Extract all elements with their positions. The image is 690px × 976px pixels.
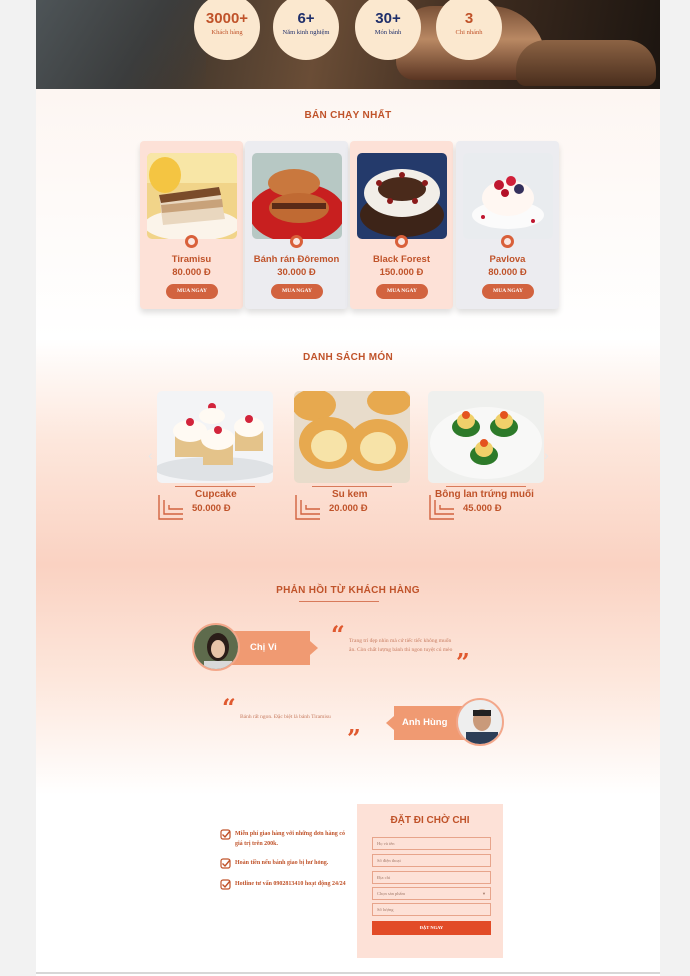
avatar	[456, 698, 504, 746]
checkbox-check-icon	[220, 829, 231, 840]
product-name: Tiramisu	[171, 254, 212, 265]
quantity-placeholder: Số lượng	[377, 907, 394, 912]
dish-price: 20.000 Đ	[329, 503, 368, 514]
stat-number: 30+	[375, 10, 401, 27]
best-seller-title: BÁN CHẠY NHẤT	[304, 110, 392, 121]
feedback-section: PHẢN HỒI TỪ KHÁCH HÀNG Chị Vi “ Trang tr…	[36, 565, 660, 795]
buy-now-button[interactable]: MUA NGAY	[376, 284, 428, 299]
benefit-item: Miễn phí giao hàng với những đơn hàng có…	[220, 829, 350, 849]
title-underline	[299, 601, 379, 602]
flower-badge-icon	[395, 235, 408, 248]
stat-years: 6+ Năm kinh nghiệm	[273, 0, 339, 60]
close-quote-icon: ”	[456, 648, 470, 677]
review-text: Trang trí đẹp nhìn mà cứ tiếc tiếc không…	[349, 638, 453, 653]
order-submit-button[interactable]: ĐẶT NGAY	[372, 921, 491, 935]
order-section: Miễn phí giao hàng với những đơn hàng có…	[36, 795, 660, 976]
flower-badge-icon	[501, 235, 514, 248]
dish-name: Su kem	[332, 489, 368, 500]
product-price: 80.000 Đ	[172, 267, 211, 278]
product-placeholder: Chọn sản phẩm	[377, 891, 405, 896]
flower-badge-icon	[185, 235, 198, 248]
product-card[interactable]: Black Forest 150.000 Đ MUA NGAY	[350, 141, 453, 309]
benefit-item: Hoàn tiền nếu bánh giao bị hư hỏng.	[220, 858, 350, 869]
dish-list-title: DANH SÁCH MÓN	[302, 352, 393, 363]
name-field[interactable]: Họ và tên	[372, 837, 491, 850]
dish-name: Cupcake	[195, 489, 237, 500]
black-forest-image	[357, 153, 447, 239]
name-placeholder: Họ và tên	[377, 841, 395, 846]
su-kem-image	[294, 391, 410, 483]
decor-lines-icon	[158, 495, 183, 520]
benefit-text: Miễn phí giao hàng với những đơn hàng có…	[235, 831, 345, 847]
bong-lan-image	[428, 391, 544, 483]
benefit-text: Hotline tư vấn 0902813410 hoạt động 24/2…	[235, 881, 346, 887]
divider	[446, 486, 526, 487]
dish-list-section: DANH SÁCH MÓN ‹ › Cupcake 50.000 Đ Su ke…	[36, 339, 660, 565]
phone-field[interactable]: Số điện thoại	[372, 854, 491, 867]
pavlova-image	[463, 153, 553, 239]
open-quote-icon: “	[222, 693, 236, 722]
buy-now-button[interactable]: MUA NGAY	[482, 284, 534, 299]
stat-label: Năm kinh nghiệm	[282, 29, 330, 36]
product-card[interactable]: Tiramisu 80.000 Đ MUA NGAY	[140, 141, 243, 309]
open-quote-icon: “	[331, 620, 345, 649]
review-text: Bánh rất ngon. Đặc biệt là bánh Tiramisu	[240, 714, 331, 720]
chevron-right-icon[interactable]: ›	[544, 447, 554, 463]
decor-lines-icon	[295, 495, 320, 520]
order-form-title: ĐẶT ĐI CHỜ CHI	[390, 815, 470, 826]
checkbox-check-icon	[220, 858, 231, 869]
divider	[175, 486, 255, 487]
quantity-field[interactable]: Số lượng	[372, 903, 491, 916]
page: 3000+ Khách hàng 6+ Năm kinh nghiệm 30+ …	[36, 0, 660, 976]
address-placeholder: Địa chỉ	[377, 875, 391, 880]
chevron-down-icon: ▼	[482, 891, 486, 896]
tiramisu-image	[147, 153, 237, 239]
dish-price: 45.000 Đ	[463, 503, 502, 514]
dorayaki-image	[252, 153, 342, 239]
product-name: Black Forest	[372, 254, 431, 265]
stat-number: 3	[464, 10, 474, 27]
checkbox-check-icon	[220, 879, 231, 890]
close-quote-icon: ”	[347, 724, 361, 753]
hero-banner: 3000+ Khách hàng 6+ Năm kinh nghiệm 30+ …	[36, 0, 660, 89]
flower-badge-icon	[290, 235, 303, 248]
dish-name: Bông lan trứng muối	[435, 489, 534, 500]
stat-label: Khách hàng	[211, 29, 243, 36]
product-price: 30.000 Đ	[277, 267, 316, 278]
footer-divider	[36, 972, 660, 974]
product-card[interactable]: Pavlova 80.000 Đ MUA NGAY	[456, 141, 559, 309]
address-field[interactable]: Địa chỉ	[372, 871, 491, 884]
buy-now-button[interactable]: MUA NGAY	[271, 284, 323, 299]
product-card[interactable]: Bánh rán Đôremon 30.000 Đ MUA NGAY	[245, 141, 348, 309]
buy-now-button[interactable]: MUA NGAY	[166, 284, 218, 299]
product-select[interactable]: Chọn sản phẩm ▼	[372, 887, 491, 900]
feedback-title: PHẢN HỒI TỪ KHÁCH HÀNG	[276, 585, 420, 596]
hero-plate-image	[36, 0, 206, 89]
stat-number: 3000+	[205, 10, 249, 27]
best-seller-section: BÁN CHẠY NHẤT Tiramisu 80.000 Đ MUA NGAY	[36, 89, 660, 339]
benefit-item: Hotline tư vấn 0902813410 hoạt động 24/2…	[220, 879, 350, 890]
avatar	[192, 623, 240, 671]
phone-placeholder: Số điện thoại	[377, 858, 401, 863]
product-price: 80.000 Đ	[488, 267, 527, 278]
stat-label: Món bánh	[374, 29, 402, 36]
cupcake-image	[157, 391, 273, 483]
stat-label: Chi nhánh	[455, 29, 483, 36]
product-price: 150.000 Đ	[379, 267, 424, 278]
order-form: ĐẶT ĐI CHỜ CHI Họ và tên Số điện thoại Đ…	[357, 804, 503, 958]
product-name: Pavlova	[489, 254, 526, 265]
hero-cake-image-2	[516, 40, 656, 86]
dish-price: 50.000 Đ	[192, 503, 231, 514]
product-name: Bánh rán Đôremon	[253, 254, 340, 265]
divider	[312, 486, 392, 487]
stat-customers: 3000+ Khách hàng	[194, 0, 260, 60]
stat-number: 6+	[297, 10, 315, 27]
benefit-text: Hoàn tiền nếu bánh giao bị hư hỏng.	[235, 860, 329, 866]
